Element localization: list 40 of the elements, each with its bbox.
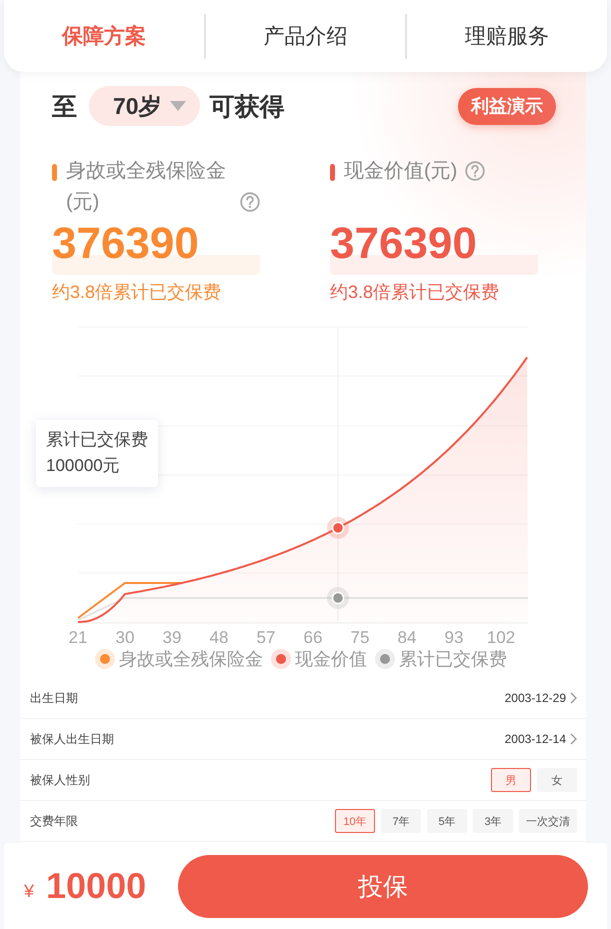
metric-note: 约3.8倍累计已交保费 (330, 281, 500, 304)
option-button[interactable]: 7年 (381, 809, 421, 833)
caret-icon (170, 101, 186, 111)
option-button[interactable]: 5年 (427, 809, 467, 833)
axis-label: 102 (486, 628, 516, 645)
heading-text: 可获得 (210, 92, 285, 122)
field-label: 被保人出生日期 (30, 730, 114, 748)
option-button[interactable]: 3年 (473, 809, 513, 833)
data-point-icon (327, 587, 349, 609)
chevron-right-icon (570, 733, 577, 745)
field-label: 被保人性别 (30, 772, 90, 788)
tab[interactable]: 产品介绍 (206, 0, 406, 72)
help-icon[interactable] (465, 161, 486, 181)
heading-text: 至 (52, 92, 77, 122)
axis-label: 66 (304, 628, 322, 645)
tooltip-title: 累计已交保费 (46, 429, 148, 451)
currency-symbol: ¥ (24, 880, 34, 902)
axis-label: 84 (398, 628, 416, 645)
tab[interactable]: 理赔服务 (407, 0, 608, 72)
metric-label: 现金价值(元) (344, 159, 458, 184)
axis-label: 48 (210, 628, 228, 645)
metric-label: 身故或全残保险金(元) (66, 159, 227, 215)
age-dropdown[interactable]: 70岁 (89, 86, 200, 126)
price: 10000 (46, 865, 146, 907)
option-button[interactable]: 女 (537, 768, 577, 792)
axis-label: 30 (116, 628, 134, 645)
axis-label: 39 (162, 628, 182, 645)
field-label: 出生日期 (30, 690, 78, 706)
metric-note: 约3.8倍累计已交保费 (52, 281, 222, 304)
date-field[interactable]: 2003-12-14 (504, 732, 577, 746)
axis-label: 75 (350, 628, 370, 645)
help-icon[interactable] (240, 192, 260, 212)
axis-label: 57 (256, 628, 276, 645)
axis-label: 93 (444, 628, 464, 645)
tooltip-value: 100000元 (46, 455, 121, 477)
option-button[interactable]: 一次交清 (519, 809, 577, 833)
axis-label: 21 (68, 628, 88, 645)
date-field[interactable]: 2003-12-29 (504, 691, 577, 705)
chevron-right-icon (570, 692, 577, 704)
field-label: 交费年限 (30, 812, 78, 830)
